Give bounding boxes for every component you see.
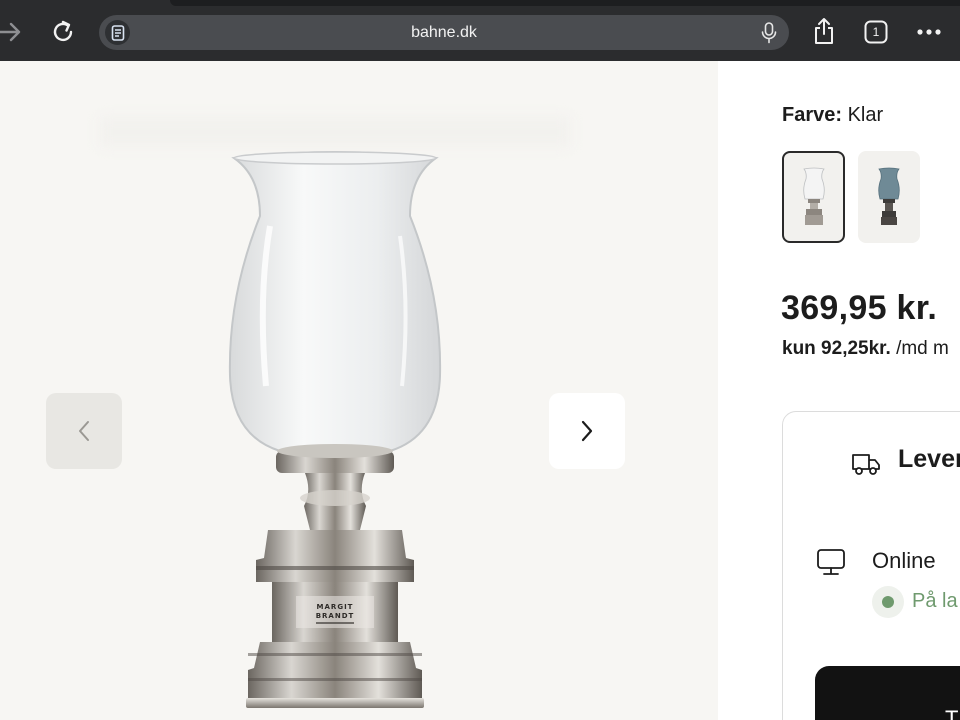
tab-strip-edge xyxy=(170,0,960,6)
reader-mode-icon[interactable] xyxy=(105,20,130,45)
installment-amount: kun 92,25kr. xyxy=(782,338,891,359)
forward-icon[interactable] xyxy=(0,18,24,46)
tabs-button[interactable]: 1 xyxy=(862,18,890,46)
product-info-panel: Farve: Klar 369,95 kr. kun 92,25kr. /md … xyxy=(718,61,960,720)
image-backdrop xyxy=(100,117,570,147)
stock-status-indicator xyxy=(872,586,904,618)
chevron-right-icon xyxy=(581,420,593,442)
chevron-left-icon xyxy=(79,421,89,441)
hurricane-lantern-image: MARGIT BRANDT xyxy=(228,151,442,708)
stock-status-text: På la xyxy=(912,590,958,612)
color-selector-label: Farve: Klar xyxy=(782,104,883,127)
color-swatch-blue[interactable] xyxy=(858,151,920,243)
in-stock-dot xyxy=(882,596,894,608)
next-image-button[interactable] xyxy=(549,393,625,469)
add-to-cart-button[interactable]: T xyxy=(815,666,960,720)
reload-icon[interactable] xyxy=(49,18,77,46)
product-price: 369,95 kr. xyxy=(781,289,938,327)
delivery-title: Lever xyxy=(898,445,960,473)
online-availability-label: Online xyxy=(872,548,936,573)
address-bar[interactable]: bahne.dk xyxy=(99,15,789,50)
browser-toolbar: bahne.dk 1 xyxy=(0,0,960,61)
color-value: Klar xyxy=(847,104,884,126)
installment-period: /md m xyxy=(890,338,949,359)
product-gallery: MARGIT BRANDT xyxy=(0,61,718,720)
more-options-icon[interactable] xyxy=(915,18,943,46)
brand-logo-text: MARGIT xyxy=(317,603,354,611)
color-label: Farve: xyxy=(782,104,843,126)
clear-lantern-thumbnail xyxy=(802,167,825,225)
microphone-icon[interactable] xyxy=(759,22,779,44)
share-icon[interactable] xyxy=(810,17,838,45)
brand-logo-text: BRANDT xyxy=(316,612,355,620)
tab-count: 1 xyxy=(872,25,880,39)
truck-icon xyxy=(852,454,880,475)
monitor-icon xyxy=(817,549,845,575)
color-swatch-clear[interactable] xyxy=(782,151,845,243)
previous-image-button[interactable] xyxy=(46,393,122,469)
add-to-cart-label: T xyxy=(945,706,959,720)
blue-lantern-thumbnail xyxy=(878,167,900,225)
installment-price: kun 92,25kr. /md m xyxy=(782,338,949,360)
url-text[interactable]: bahne.dk xyxy=(99,15,789,50)
